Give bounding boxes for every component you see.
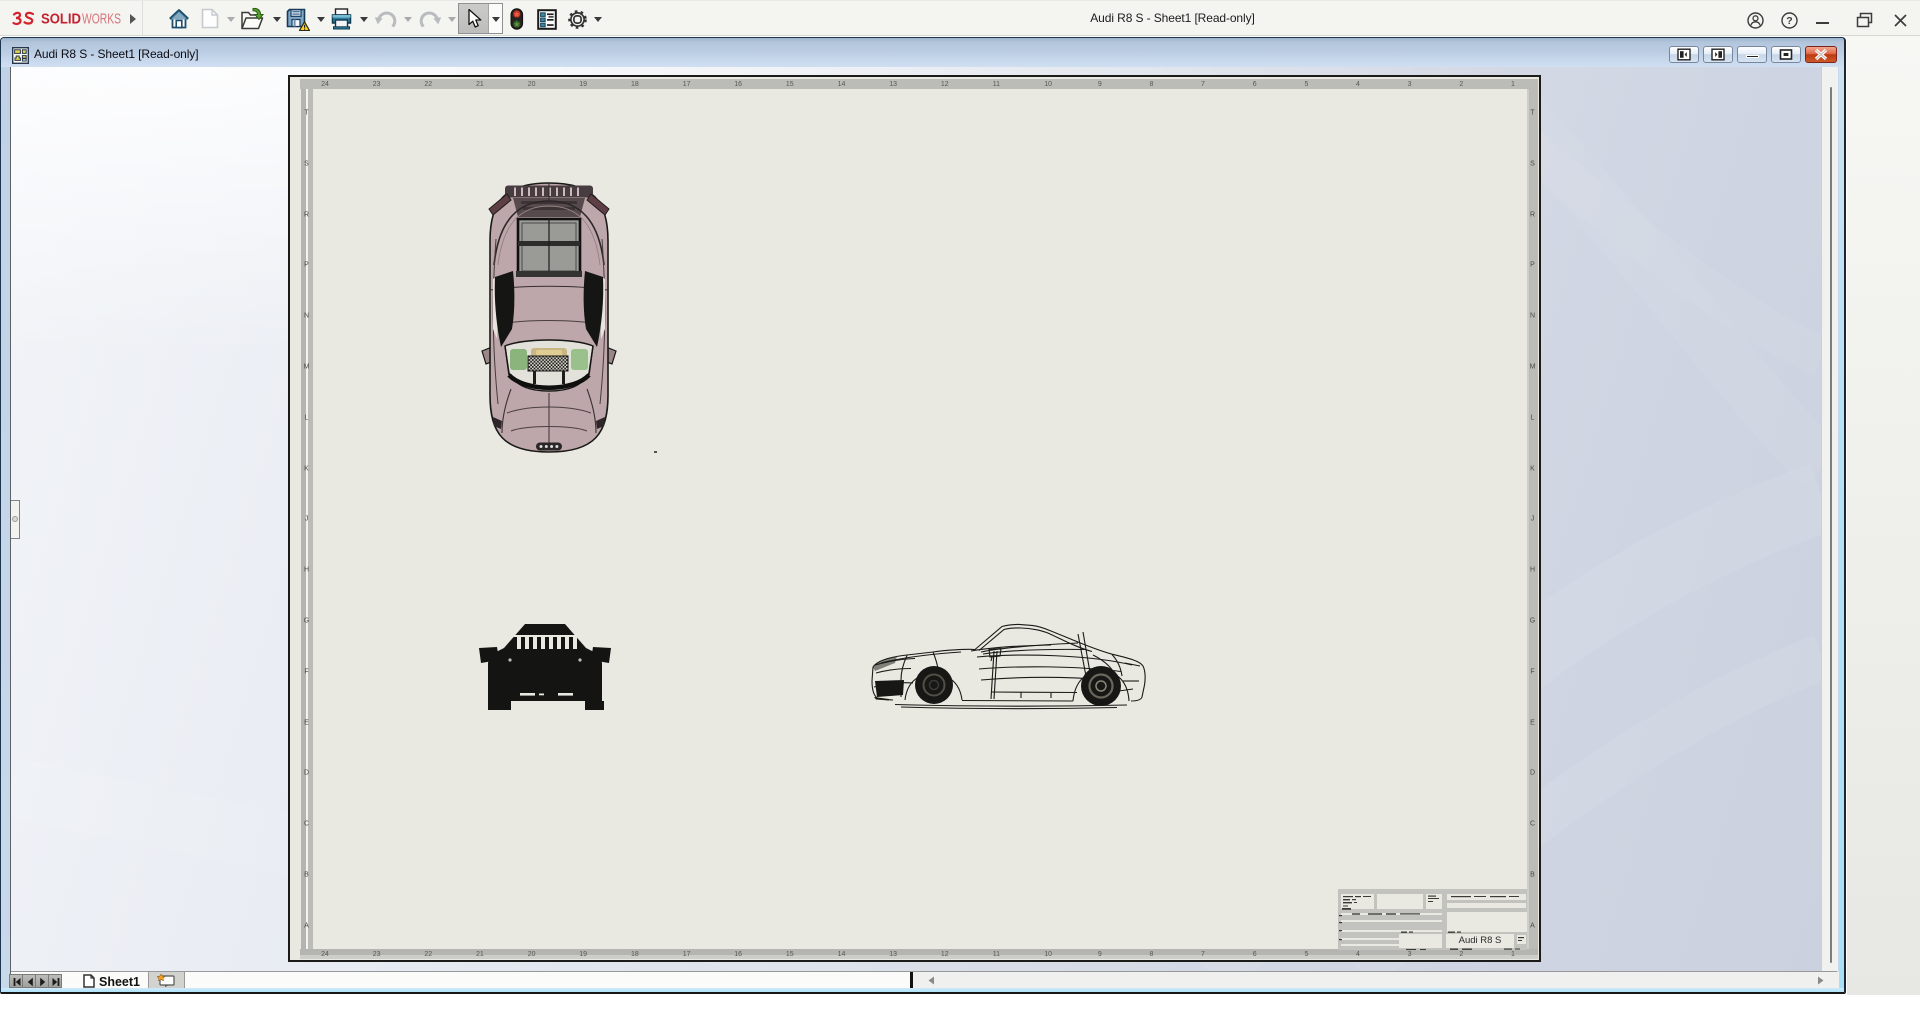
svg-text:?: ? <box>1786 15 1792 27</box>
svg-text:WORKS: WORKS <box>82 12 121 28</box>
svg-text:SOLID: SOLID <box>41 12 81 28</box>
